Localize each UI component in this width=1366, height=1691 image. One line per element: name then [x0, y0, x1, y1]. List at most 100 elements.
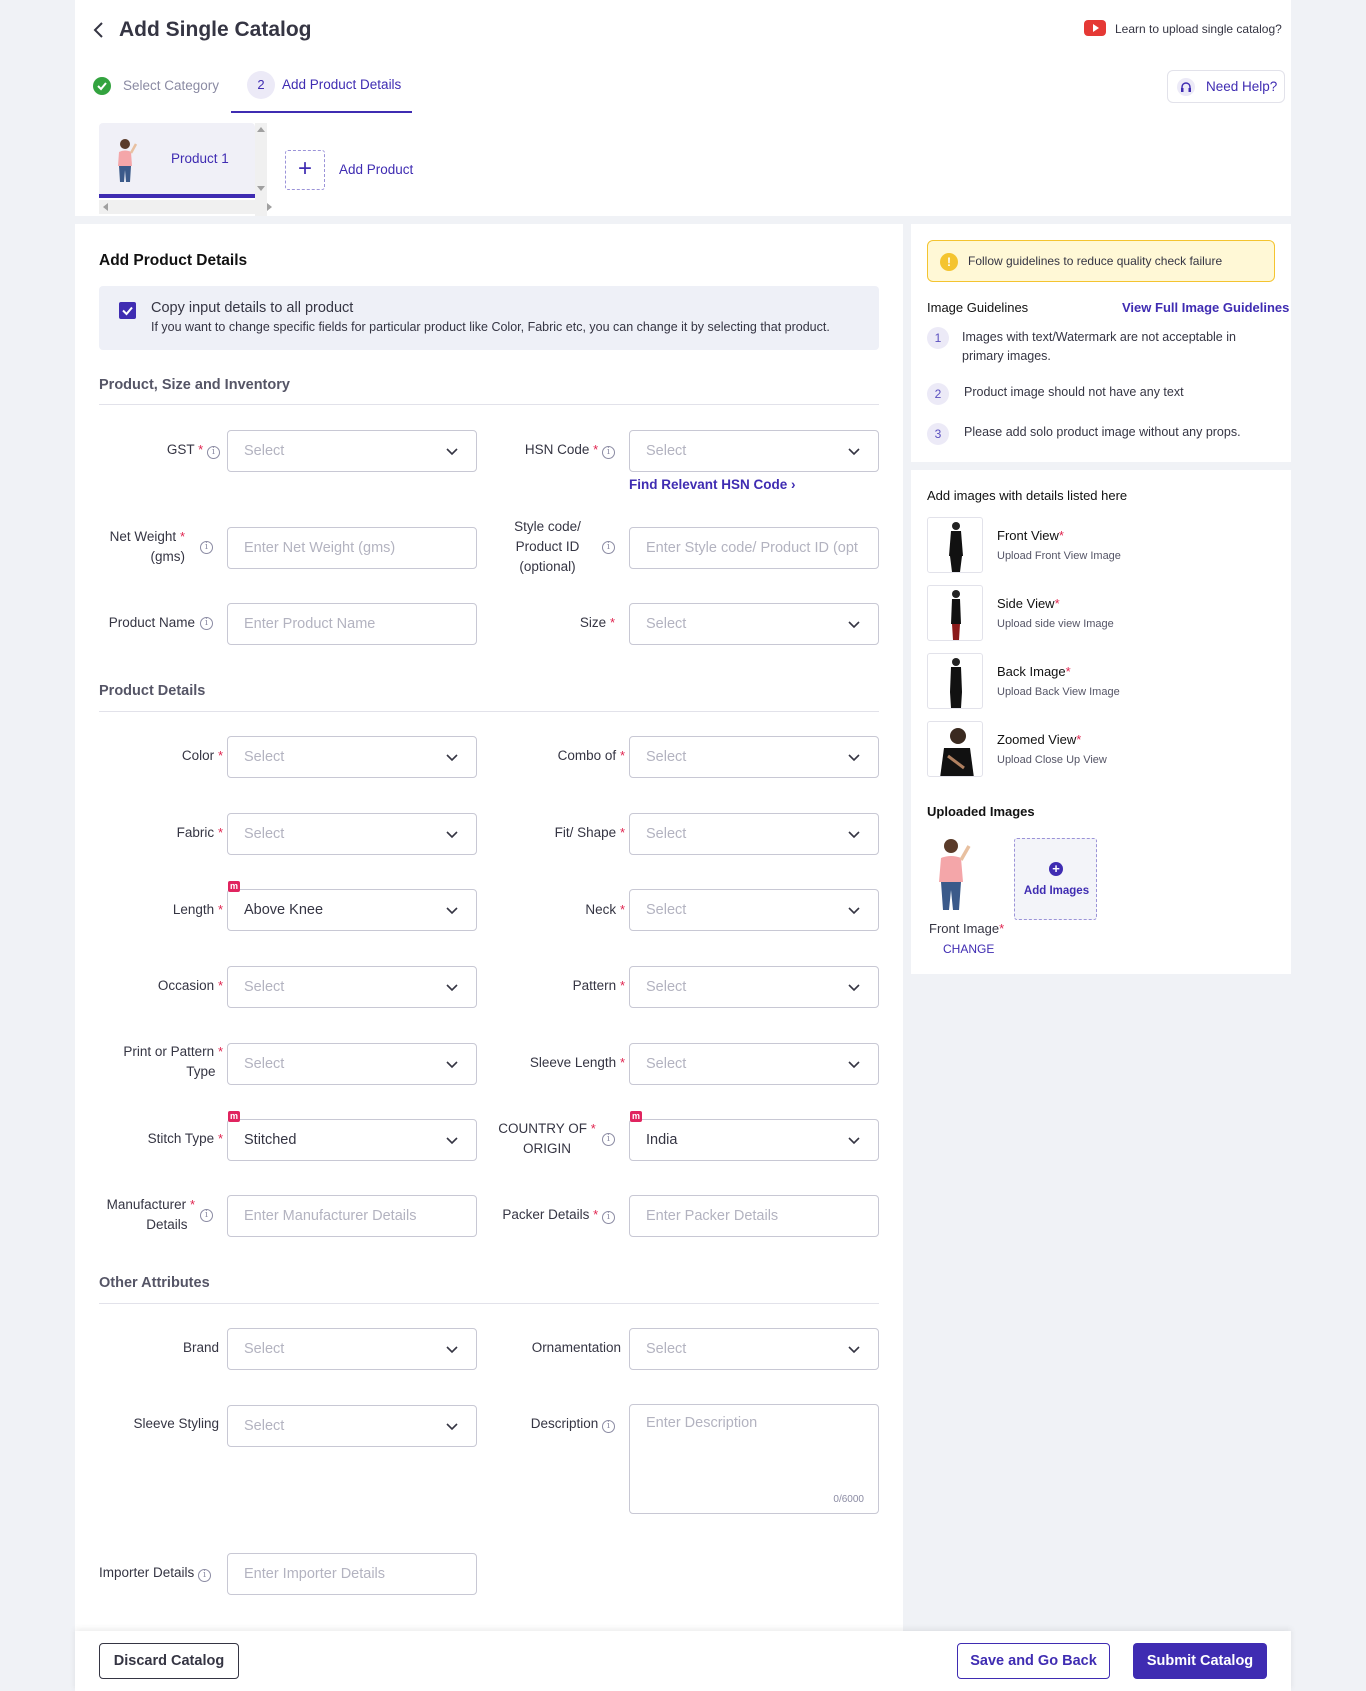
hsn-select[interactable]: Select	[629, 430, 879, 472]
style-code-input[interactable]: Enter Style code/ Product ID (opt	[629, 527, 879, 569]
neck-select[interactable]: Select	[629, 889, 879, 931]
scroll-down-icon[interactable]	[257, 186, 265, 191]
page-title: Add Single Catalog	[119, 18, 312, 41]
importer-input[interactable]: Enter Importer Details	[227, 1553, 477, 1595]
manufacturer-label: Manufacturer * Details	[106, 1197, 195, 1232]
uploaded-images-title: Uploaded Images	[927, 804, 1035, 819]
chevron-down-icon	[446, 984, 458, 992]
scroll-right-icon[interactable]	[267, 203, 272, 211]
copy-details-checkbox[interactable]	[119, 302, 136, 319]
description-label: Description i	[500, 1414, 615, 1434]
info-icon[interactable]: i	[602, 1420, 615, 1433]
stitch-type-select[interactable]: m Stitched	[227, 1111, 477, 1161]
chevron-down-icon	[848, 1061, 860, 1069]
pattern-select[interactable]: Select	[629, 966, 879, 1008]
submit-catalog-button[interactable]: Submit Catalog	[1133, 1643, 1267, 1679]
section-size-inventory: Product, Size and Inventory	[99, 377, 290, 393]
step-add-product-details[interactable]: Add Product Details	[282, 77, 401, 92]
hsn-label: HSN Code * i	[490, 440, 615, 460]
footer-bar: Discard Catalog Save and Go Back Submit …	[75, 1631, 1291, 1691]
sleeve-length-select[interactable]: Select	[629, 1043, 879, 1085]
front-image-label: Front Image*	[929, 921, 1005, 936]
info-icon[interactable]: i	[602, 541, 615, 554]
chevron-down-icon	[848, 907, 860, 915]
guideline-number: 2	[927, 383, 949, 405]
info-icon[interactable]: i	[200, 617, 213, 630]
print-pattern-select[interactable]: Select	[227, 1043, 477, 1085]
guideline-text: Please add solo product image without an…	[964, 425, 1241, 439]
product-1-tab[interactable]: Product 1	[99, 123, 255, 198]
color-select[interactable]: Select	[227, 736, 477, 778]
fabric-select[interactable]: Select	[227, 813, 477, 855]
add-images-button[interactable]: + Add Images	[1014, 838, 1097, 920]
add-images-label: Add Images	[1023, 885, 1090, 897]
zoomed-view-thumbnail[interactable]	[927, 721, 983, 777]
info-icon[interactable]: i	[602, 1133, 615, 1146]
youtube-icon[interactable]	[1084, 20, 1106, 36]
sleeve-styling-label: Sleeve Styling	[133, 1416, 219, 1431]
uploaded-front-image	[929, 834, 979, 912]
front-view-thumbnail[interactable]	[927, 517, 983, 573]
info-icon[interactable]: i	[198, 1569, 212, 1582]
brand-label: Brand	[182, 1340, 219, 1355]
side-view-sub: Upload side view Image	[997, 618, 1114, 630]
save-go-back-button[interactable]: Save and Go Back	[957, 1643, 1110, 1679]
country-origin-select[interactable]: m India	[629, 1111, 879, 1161]
chevron-down-icon	[848, 831, 860, 839]
country-origin-label: COUNTRY OF * ORIGIN	[498, 1121, 596, 1156]
chevron-down-icon	[848, 1137, 860, 1145]
manufacturer-input[interactable]: Enter Manufacturer Details	[227, 1195, 477, 1237]
brand-select[interactable]: Select	[227, 1328, 477, 1370]
scroll-left-icon[interactable]	[103, 203, 108, 211]
warning-icon: !	[940, 253, 958, 271]
chevron-down-icon	[446, 754, 458, 762]
view-full-guidelines-link[interactable]: View Full Image Guidelines	[1122, 300, 1289, 315]
images-panel: Add images with details listed here Fron…	[911, 470, 1291, 974]
learn-upload-link[interactable]: Learn to upload single catalog?	[1115, 22, 1282, 36]
ornamentation-select[interactable]: Select	[629, 1328, 879, 1370]
stitch-type-label: Stitch Type *	[147, 1131, 223, 1146]
change-image-link[interactable]: CHANGE	[943, 942, 994, 956]
gst-select[interactable]: Select	[227, 430, 477, 472]
occasion-label: Occasion *	[157, 978, 223, 993]
ornamentation-label: Ornamentation	[531, 1340, 621, 1355]
description-char-count: 0/6000	[833, 1494, 864, 1505]
zoomed-view-sub: Upload Close Up View	[997, 754, 1107, 766]
info-icon[interactable]: i	[200, 1209, 213, 1222]
sleeve-styling-select[interactable]: Select	[227, 1405, 477, 1447]
back-arrow-icon[interactable]	[90, 20, 108, 40]
need-help-button[interactable]: Need Help?	[1167, 70, 1285, 103]
net-weight-input[interactable]: Enter Net Weight (gms)	[227, 527, 477, 569]
add-product-label[interactable]: Add Product	[339, 162, 413, 177]
find-hsn-link[interactable]: Find Relevant HSN Code ›	[629, 477, 796, 492]
product-name-input[interactable]: Enter Product Name	[227, 603, 477, 645]
fit-shape-select[interactable]: Select	[629, 813, 879, 855]
plus-icon: +	[297, 155, 312, 182]
info-icon[interactable]: i	[200, 541, 213, 554]
discard-catalog-button[interactable]: Discard Catalog	[99, 1643, 239, 1679]
headset-icon	[1177, 78, 1195, 96]
front-view-sub: Upload Front View Image	[997, 550, 1121, 562]
info-icon[interactable]: i	[602, 1211, 615, 1224]
chevron-down-icon	[848, 448, 860, 456]
gst-label: GST * i	[120, 440, 220, 460]
need-help-label: Need Help?	[1206, 79, 1278, 94]
description-textarea[interactable]: Enter Description 0/6000	[629, 1404, 879, 1514]
product-1-thumbnail	[111, 136, 141, 184]
add-circle-icon: +	[1049, 862, 1063, 876]
back-view-thumbnail[interactable]	[927, 653, 983, 709]
side-view-thumbnail[interactable]	[927, 585, 983, 641]
size-select[interactable]: Select	[629, 603, 879, 645]
step-select-category[interactable]: Select Category	[123, 78, 219, 93]
packer-input[interactable]: Enter Packer Details	[629, 1195, 879, 1237]
add-product-button[interactable]: +	[285, 150, 325, 190]
product-tabs-hscrollbar[interactable]	[99, 200, 272, 214]
info-icon[interactable]: i	[602, 446, 615, 459]
scroll-up-icon[interactable]	[257, 127, 265, 132]
combo-select[interactable]: Select	[629, 736, 879, 778]
section-other-attributes: Other Attributes	[99, 1275, 210, 1291]
length-select[interactable]: m Above Knee	[227, 881, 477, 931]
occasion-select[interactable]: Select	[227, 966, 477, 1008]
info-icon[interactable]: i	[207, 446, 220, 459]
section-divider	[99, 711, 879, 712]
